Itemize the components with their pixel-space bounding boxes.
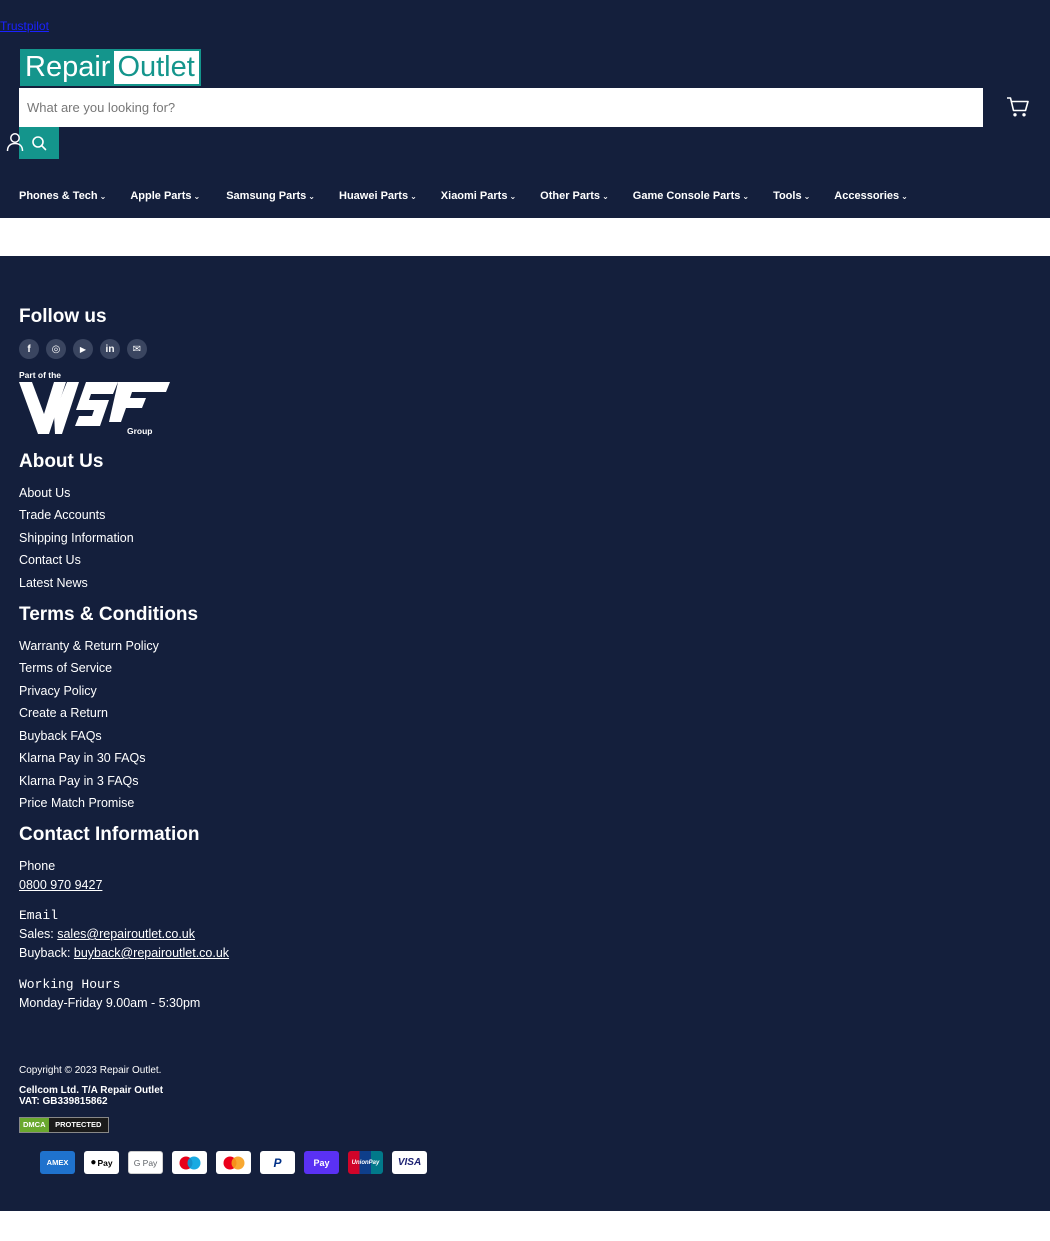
content-area [0, 218, 1050, 256]
dmca-badge-right: PROTECTED [48, 1118, 108, 1132]
phone-label: Phone [19, 859, 56, 873]
chevron-down-icon: ⌄ [803, 191, 811, 201]
chevron-down-icon: ⌄ [308, 191, 315, 201]
nav-game-console-parts[interactable]: Game Console Parts ⌄ [633, 190, 749, 202]
price-match-link[interactable]: Price Match Promise [19, 796, 134, 810]
google-pay-icon: G Pay [128, 1151, 163, 1174]
working-hours-value: Monday-Friday 9.00am - 5:30pm [19, 996, 201, 1010]
visa-icon: VISA [392, 1151, 427, 1174]
nav-label: Other Parts [540, 190, 601, 202]
dmca-badge-left: DMCA [20, 1118, 49, 1132]
chevron-down-icon: ⌄ [99, 191, 107, 201]
buyback-email-link[interactable]: buyback@repairoutlet.co.uk [74, 946, 229, 960]
nav-label: Xiaomi Parts [440, 190, 508, 202]
linkedin-icon[interactable]: in [100, 339, 120, 359]
nav-phones-tech[interactable]: Phones & Tech ⌄ [19, 190, 106, 202]
copyright-text: Copyright © 2023 Repair Outlet. [19, 1065, 162, 1076]
about-us-title: About Us [19, 451, 104, 472]
chevron-down-icon: ⌄ [602, 191, 609, 201]
apple-pay-icon: ● Pay [84, 1151, 119, 1174]
nav-label: Samsung Parts [226, 190, 307, 202]
shop-pay-icon: Pay [304, 1151, 339, 1174]
nav-label: Apple Parts [130, 190, 192, 202]
sales-email-row: Sales: sales@repairoutlet.co.uk [19, 927, 195, 941]
mastercard-icon [216, 1151, 251, 1174]
klarna-30-faqs-link[interactable]: Klarna Pay in 30 FAQs [19, 751, 145, 765]
social-links: f ◎ ▶ in ✉ [19, 339, 147, 359]
facebook-icon[interactable]: f [19, 339, 39, 359]
nav-xiaomi-parts[interactable]: Xiaomi Parts ⌄ [441, 190, 516, 202]
nav-apple-parts[interactable]: Apple Parts ⌄ [130, 190, 200, 202]
email-label: Email [19, 908, 59, 923]
paypal-icon: P [260, 1151, 295, 1174]
nav-label: Phones & Tech [19, 190, 98, 202]
privacy-policy-link[interactable]: Privacy Policy [19, 684, 97, 698]
logo-text-repair: Repair [22, 51, 115, 84]
follow-us-title: Follow us [19, 306, 107, 327]
union-pay-icon: UnionPay [348, 1151, 383, 1174]
youtube-icon[interactable]: ▶ [73, 339, 93, 359]
warranty-return-link[interactable]: Warranty & Return Policy [19, 639, 159, 653]
maestro-icon [172, 1151, 207, 1174]
latest-news-link[interactable]: Latest News [19, 576, 88, 590]
about-us-link[interactable]: About Us [19, 486, 70, 500]
buyback-label: Buyback: [19, 946, 71, 960]
sales-email-link[interactable]: sales@repairoutlet.co.uk [57, 927, 195, 941]
site-header: Trustpilot Repair Outlet Phones & Tech⌄ … [0, 0, 1050, 218]
nav-label: Huawei Parts [339, 190, 409, 202]
nav-accessories[interactable]: Accessories ⌄ [834, 190, 908, 202]
chevron-down-icon: ⌄ [509, 191, 517, 201]
amex-icon: AMEX [40, 1151, 75, 1174]
company-name: Cellcom Ltd. T/A Repair Outlet [19, 1085, 164, 1096]
group-logo-bottom-text: Group [127, 426, 153, 436]
trustpilot-link[interactable]: Trustpilot [0, 19, 49, 33]
search-icon [32, 136, 47, 151]
working-hours-label: Working Hours [19, 977, 121, 992]
search-button[interactable] [19, 127, 59, 159]
search-input[interactable] [19, 88, 983, 127]
logo-text-outlet: Outlet [114, 51, 198, 84]
email-icon[interactable]: ✉ [127, 339, 147, 359]
contact-information-title: Contact Information [19, 824, 200, 845]
cart-icon[interactable] [1006, 96, 1030, 118]
nav-label: Game Console Parts [632, 190, 741, 202]
buyback-faqs-link[interactable]: Buyback FAQs [19, 729, 102, 743]
nav-label: Tools [773, 190, 802, 202]
nav-other-parts[interactable]: Other Parts ⌄ [540, 190, 609, 202]
trade-accounts-link[interactable]: Trade Accounts [19, 508, 105, 522]
user-icon[interactable] [6, 132, 24, 152]
wsg-group-logo[interactable]: Part of the Group [18, 370, 173, 438]
terms-of-service-link[interactable]: Terms of Service [19, 661, 112, 675]
site-footer: Follow us f ◎ ▶ in ✉ Part of the Group A… [0, 256, 1050, 1211]
dmca-badge[interactable]: DMCA PROTECTED [19, 1117, 109, 1133]
phone-number-link[interactable]: 0800 970 9427 [19, 878, 102, 892]
buyback-email-row: Buyback: buyback@repairoutlet.co.uk [19, 946, 229, 960]
sales-label: Sales: [19, 927, 54, 941]
terms-conditions-title: Terms & Conditions [19, 604, 199, 625]
repair-outlet-logo[interactable]: Repair Outlet [20, 49, 201, 86]
chevron-down-icon: ⌄ [901, 191, 908, 201]
nav-tools[interactable]: Tools ⌄ [773, 190, 810, 202]
contact-us-link[interactable]: Contact Us [19, 553, 81, 567]
instagram-icon[interactable]: ◎ [46, 339, 66, 359]
chevron-down-icon: ⌄ [410, 191, 417, 201]
apple-pay-text: Pay [97, 1157, 113, 1168]
nav-samsung-parts[interactable]: Samsung Parts ⌄ [226, 190, 315, 202]
klarna-3-faqs-link[interactable]: Klarna Pay in 3 FAQs [19, 774, 139, 788]
create-return-link[interactable]: Create a Return [19, 706, 108, 720]
main-nav: Phones & Tech ⌄ Apple Parts ⌄ Samsung Part… [19, 190, 908, 202]
payment-icons: AMEX ● Pay G Pay P Pay UnionPay VISA [40, 1151, 427, 1174]
group-logo-top-text: Part of the [19, 370, 61, 380]
vat-number: VAT: GB339815862 [19, 1096, 108, 1107]
nav-huawei-parts[interactable]: Huawei Parts ⌄ [339, 190, 417, 202]
shipping-information-link[interactable]: Shipping Information [19, 531, 134, 545]
chevron-down-icon: ⌄ [193, 191, 201, 201]
page-bottom [0, 1211, 1050, 1241]
nav-label: Accessories [834, 190, 900, 202]
chevron-down-icon: ⌄ [742, 191, 750, 201]
